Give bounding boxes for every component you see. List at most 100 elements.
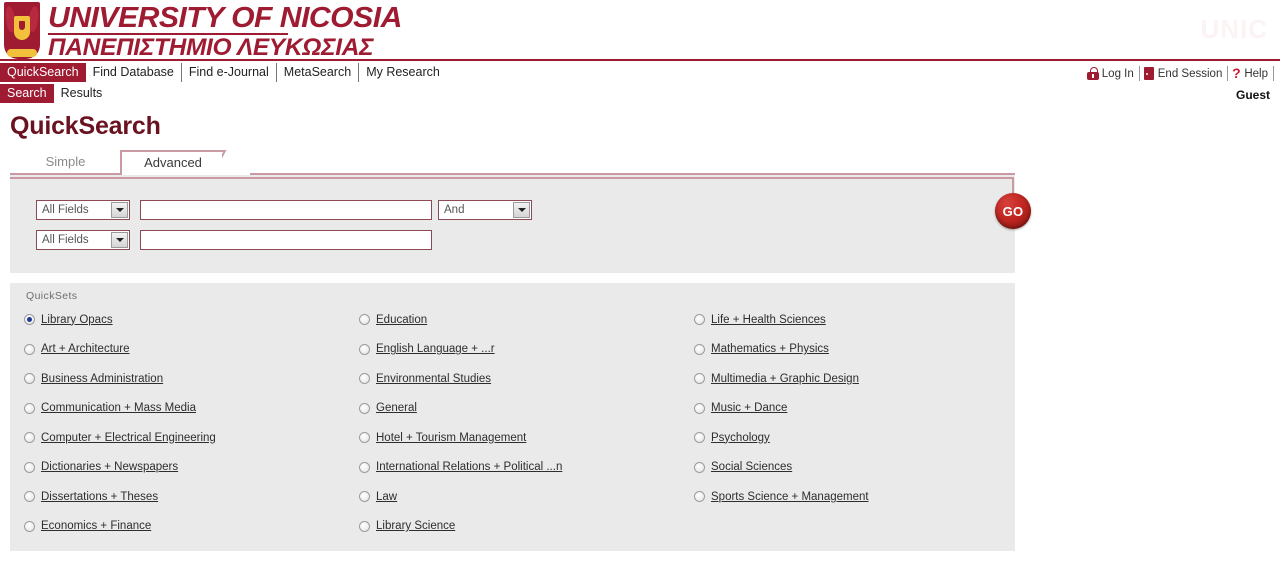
tab-slant-decoration [222,150,250,175]
quickset-option[interactable]: Law [359,482,689,512]
nav-tab-metasearch[interactable]: MetaSearch [277,63,360,82]
boolean-operator-value: And [444,204,465,216]
quickset-label: Communication + Mass Media [41,402,196,415]
search-row-1: All Fields And [36,200,532,220]
quickset-label: Social Sciences [711,461,793,474]
university-wordmark: UNIVERSITY OF NICOSIA ΠΑΝΕΠΙΣΤΗΜΙΟ ΛΕΥΚΩ… [48,4,402,60]
radio-icon[interactable] [359,520,370,532]
field-select-1-value: All Fields [42,204,89,216]
quickset-option[interactable]: Mathematics + Physics [694,335,1024,365]
radio-icon[interactable] [694,402,705,414]
quickset-option[interactable]: Dissertations + Theses [24,482,354,512]
radio-icon[interactable] [694,373,705,385]
quickset-option[interactable]: General [359,394,689,424]
radio-icon[interactable] [694,432,705,444]
radio-icon[interactable] [359,402,370,414]
radio-icon[interactable] [359,343,370,355]
quickset-option[interactable]: Environmental Studies [359,364,689,394]
quickset-label: Law [376,490,398,503]
chevron-down-icon[interactable] [513,202,530,218]
quickset-label: Education [376,313,428,326]
quicksets-column-2: Education English Language + ...r Enviro… [359,305,689,541]
tab-simple[interactable]: Simple [33,151,98,173]
quickset-label: Mathematics + Physics [711,343,829,356]
nav-tab-find-ejournal[interactable]: Find e-Journal [182,63,277,82]
radio-icon[interactable] [694,314,705,326]
end-session-label: End Session [1157,67,1223,80]
nav-subtab-search[interactable]: Search [0,84,54,103]
field-select-1[interactable]: All Fields [36,200,130,220]
quickset-label: Economics + Finance [41,520,152,533]
door-exit-icon [1143,67,1155,80]
quickset-option[interactable]: Life + Health Sciences [694,305,1024,335]
quicksets-panel: QuickSets Library Opacs Art + Architectu… [10,283,1015,551]
quickset-option[interactable]: Library Opacs [24,305,354,335]
quickset-option[interactable]: Communication + Mass Media [24,394,354,424]
secondary-nav: Search Results [0,84,109,103]
quickset-label: English Language + ...r [376,343,495,356]
nav-subtab-results[interactable]: Results [54,84,110,103]
radio-icon[interactable] [694,491,705,503]
quickset-option[interactable]: International Relations + Political ...n [359,453,689,483]
radio-icon[interactable] [24,314,35,326]
radio-icon[interactable] [24,491,35,503]
quickset-option[interactable]: Social Sciences [694,453,1024,483]
quickset-option[interactable]: Psychology [694,423,1024,453]
quickset-option[interactable]: Music + Dance [694,394,1024,424]
radio-icon[interactable] [24,373,35,385]
nav-tab-find-database[interactable]: Find Database [86,63,182,82]
search-mode-tabs: Simple Advanced [10,150,1015,175]
quickset-option[interactable]: Computer + Electrical Engineering [24,423,354,453]
quickset-option[interactable]: Economics + Finance [24,512,354,542]
quickset-option[interactable]: Business Administration [24,364,354,394]
chevron-down-icon[interactable] [111,202,128,218]
quickset-label: Multimedia + Graphic Design [711,372,859,385]
end-session-link[interactable]: End Session [1140,66,1229,81]
radio-icon[interactable] [359,461,370,473]
radio-icon[interactable] [24,432,35,444]
search-input-1[interactable] [140,200,432,220]
question-mark-icon: ? [1232,65,1241,81]
tab-advanced[interactable]: Advanced [120,150,224,175]
nav-tab-quicksearch[interactable]: QuickSearch [0,63,86,82]
radio-icon[interactable] [359,314,370,326]
login-link[interactable]: Log In [1084,66,1140,81]
field-select-2[interactable]: All Fields [36,230,130,250]
quickset-label: Art + Architecture [41,343,130,356]
quickset-option[interactable]: Multimedia + Graphic Design [694,364,1024,394]
radio-icon[interactable] [694,343,705,355]
radio-icon[interactable] [359,373,370,385]
quickset-label: Business Administration [41,372,164,385]
quickset-option[interactable]: Sports Science + Management [694,482,1024,512]
quickset-option[interactable]: Dictionaries + Newspapers [24,453,354,483]
chevron-down-icon[interactable] [111,232,128,248]
go-search-button[interactable]: GO [995,193,1031,229]
radio-icon[interactable] [359,491,370,503]
quickset-option[interactable]: Education [359,305,689,335]
radio-icon[interactable] [359,432,370,444]
unic-watermark: UNIC [1200,14,1268,44]
quickset-option[interactable]: Library Science [359,512,689,542]
quickset-label: Computer + Electrical Engineering [41,431,216,444]
university-crest-logo [4,2,40,59]
radio-icon[interactable] [694,461,705,473]
quickset-option[interactable]: Art + Architecture [24,335,354,365]
radio-icon[interactable] [24,343,35,355]
help-link[interactable]: ? Help [1228,66,1274,81]
quicksets-column-3: Life + Health Sciences Mathematics + Phy… [694,305,1024,512]
field-select-2-value: All Fields [42,234,89,246]
radio-icon[interactable] [24,402,35,414]
search-input-2[interactable] [140,230,432,250]
wordmark-greek: ΠΑΝΕΠΙΣΤΗΜΙΟ ΛΕΥΚΩΣΙΑΣ [48,34,374,61]
radio-icon[interactable] [24,461,35,473]
boolean-operator-select[interactable]: And [438,200,532,220]
quicksets-column-1: Library Opacs Art + Architecture Busines… [24,305,354,541]
quicksets-title: QuickSets [26,290,78,302]
nav-tab-my-research[interactable]: My Research [359,63,447,82]
quickset-label: Psychology [711,431,770,444]
primary-nav: QuickSearch Find Database Find e-Journal… [0,63,447,82]
lock-icon [1086,67,1099,80]
quickset-option[interactable]: Hotel + Tourism Management [359,423,689,453]
radio-icon[interactable] [24,520,35,532]
quickset-option[interactable]: English Language + ...r [359,335,689,365]
